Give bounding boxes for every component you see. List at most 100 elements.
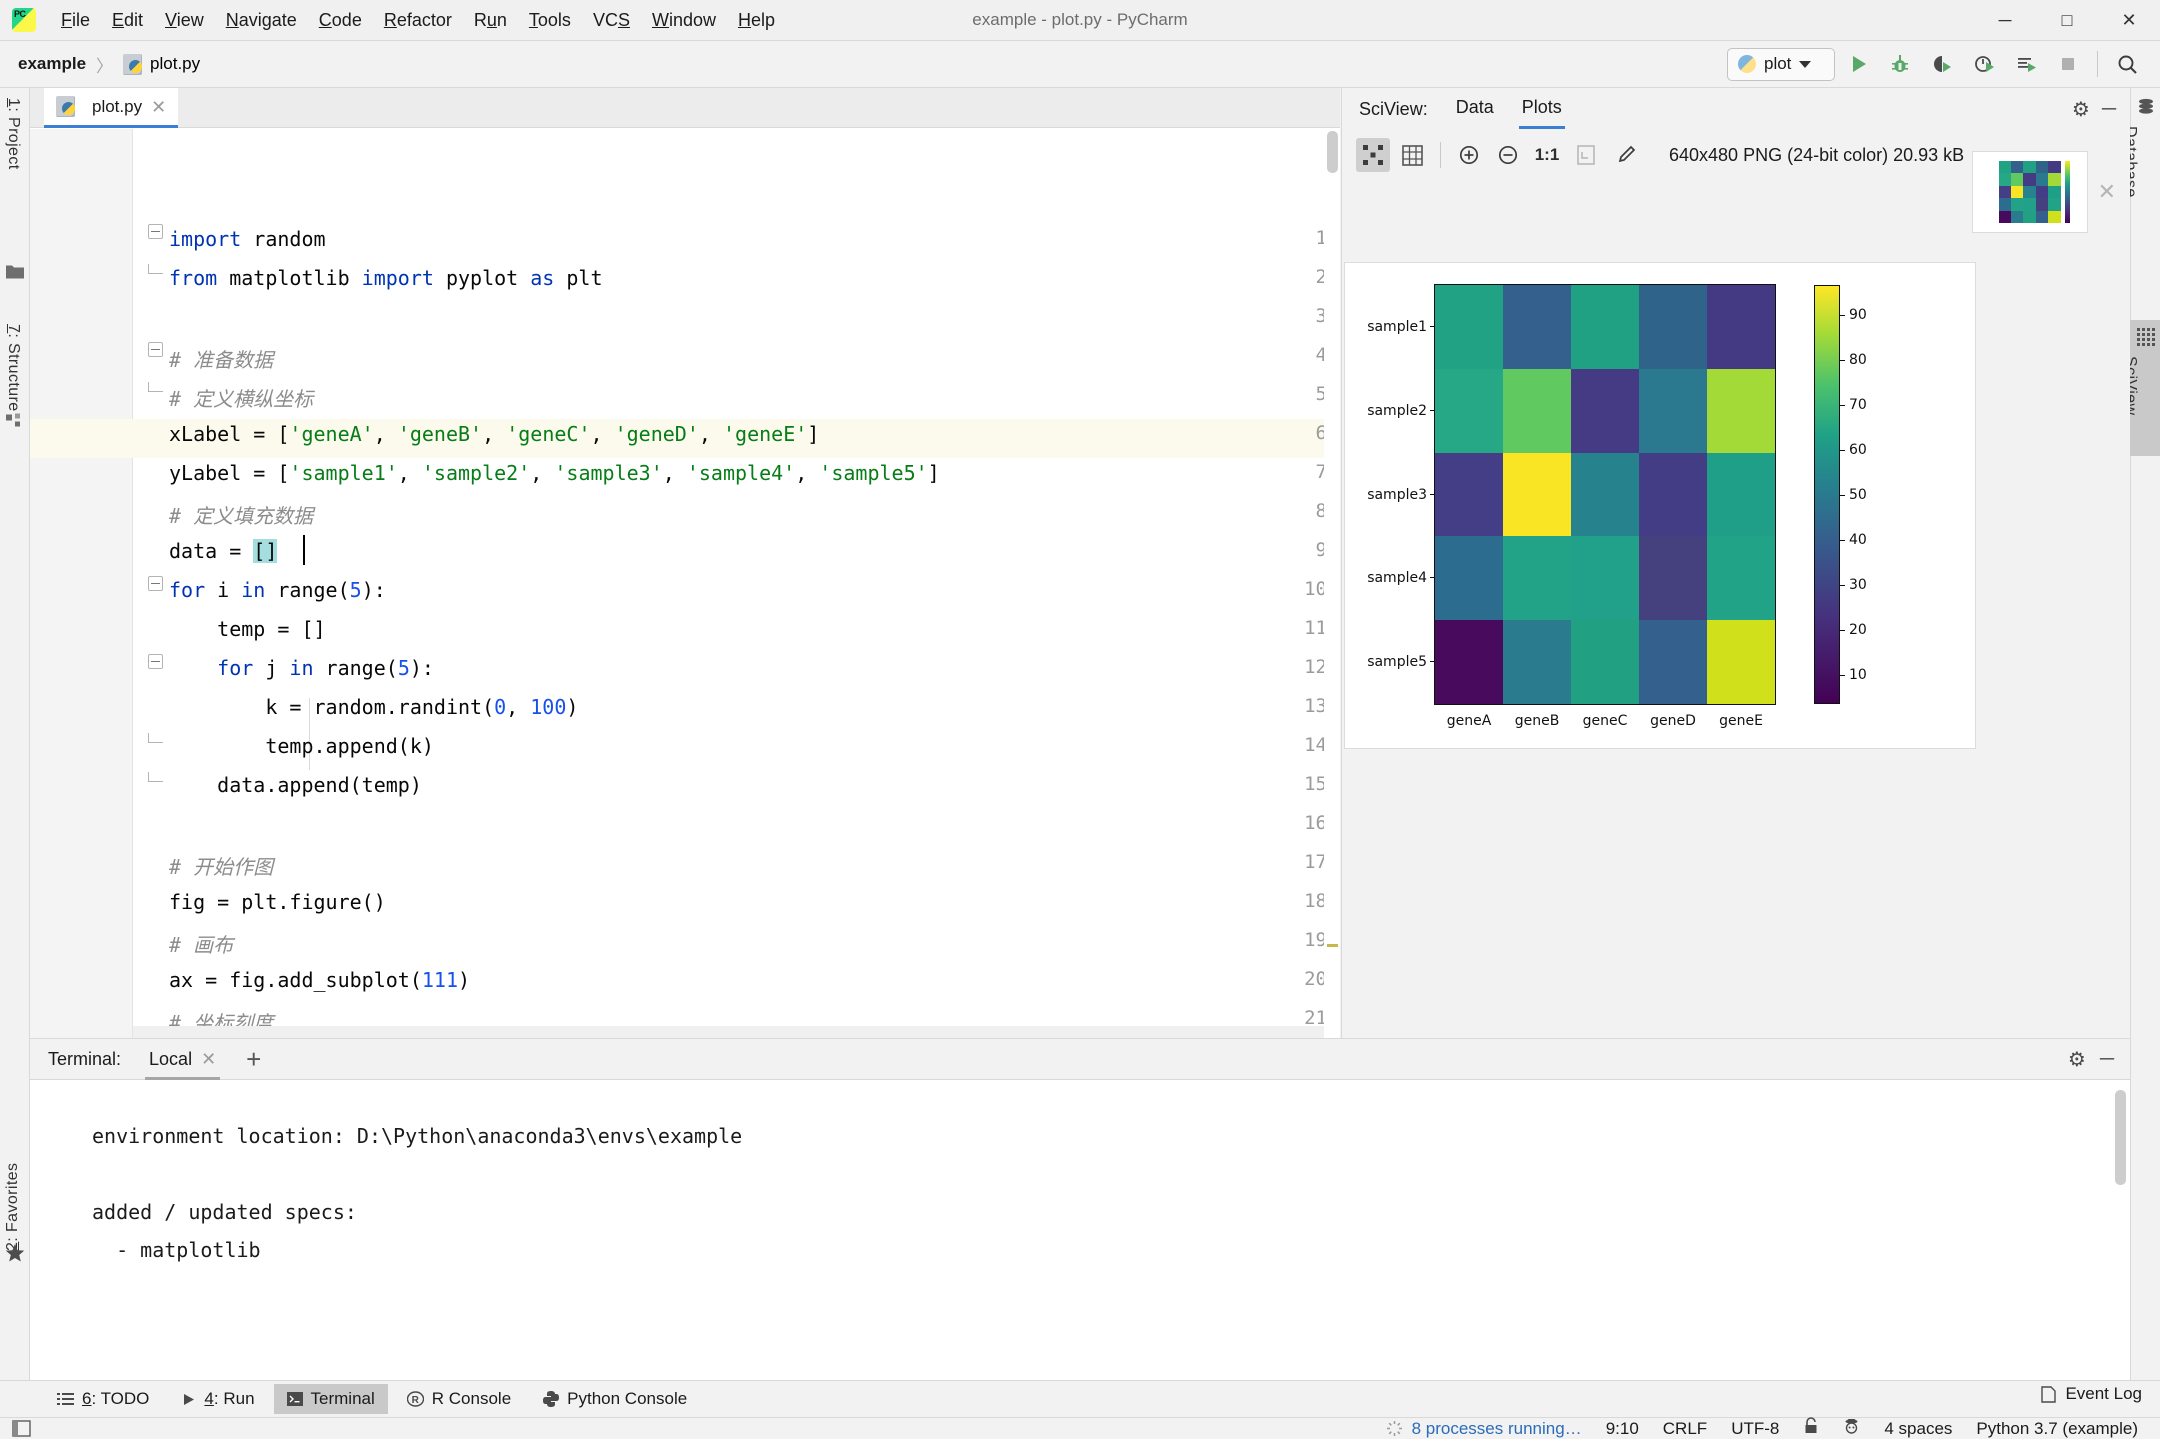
run-configuration-selector[interactable]: plot: [1727, 47, 1835, 81]
fit-window-button[interactable]: [1569, 138, 1603, 172]
python-interpreter[interactable]: Python 3.7 (example): [1976, 1419, 2138, 1439]
heatmap-cell: [1503, 452, 1571, 537]
hide-panel-icon[interactable]: ─: [2100, 1048, 2114, 1071]
sidebar-item-favorites[interactable]: 2: Favorites: [4, 1163, 22, 1251]
caret-position[interactable]: 9:10: [1606, 1419, 1639, 1439]
colorbar-tick: [1840, 450, 1845, 451]
heatmap-cell: [1503, 285, 1571, 369]
close-icon[interactable]: ✕: [201, 1050, 216, 1068]
plot-viewer[interactable]: sample1 sample2 sample3 sample4 sample5 …: [1344, 262, 1976, 749]
heatmap-cell: [1435, 620, 1503, 704]
thumbnail-close-icon[interactable]: ✕: [2098, 179, 2116, 205]
y-tick-mark: [1430, 410, 1435, 411]
close-button[interactable]: ✕: [2098, 0, 2160, 41]
colorbar-tick: [1840, 360, 1845, 361]
editor-horizontal-scrollbar[interactable]: [133, 1026, 1324, 1038]
run-with-console-button[interactable]: [2007, 45, 2045, 83]
plot-thumbnail-strip: ✕: [1866, 132, 2116, 252]
editor-tab-bar: plot.py ✕: [30, 88, 1340, 128]
actual-size-button[interactable]: 1:1: [1530, 138, 1564, 172]
menu-window[interactable]: Window: [641, 6, 727, 35]
debug-button[interactable]: [1881, 45, 1919, 83]
editor-pane: plot.py ✕ 1 2 3 4 5 6 7 8 9 10 11 12 13 …: [30, 88, 1340, 1107]
grid-view-button[interactable]: [1395, 138, 1429, 172]
heatmap-cell: [1571, 368, 1639, 453]
colorbar-tick: [1840, 315, 1845, 316]
terminal-header: Terminal: Local ✕ + ⚙ ─: [30, 1038, 2130, 1080]
thumbnail-figure: [1972, 152, 2087, 232]
menu-run[interactable]: Run: [463, 6, 518, 35]
breadcrumb-project[interactable]: example: [18, 54, 86, 74]
heatmap-cell: [1707, 452, 1775, 537]
tool-window-run[interactable]: 4: Run: [168, 1384, 267, 1414]
gear-icon[interactable]: ⚙: [2068, 1047, 2086, 1072]
search-everywhere-button[interactable]: [2108, 45, 2146, 83]
terminal-tab-local[interactable]: Local ✕: [145, 1038, 221, 1080]
profile-button[interactable]: [1965, 45, 2003, 83]
editor-vertical-scrollbar[interactable]: [1324, 129, 1340, 1038]
sidebar-item-structure[interactable]: 7: Structure: [4, 324, 22, 412]
terminal-output[interactable]: environment location: D:\Python\anaconda…: [30, 1081, 2130, 1380]
lock-icon[interactable]: [1803, 1417, 1819, 1439]
right-tool-stripe: Database SciView: [2122, 88, 2160, 1380]
hide-panel-icon[interactable]: ─: [2102, 98, 2116, 121]
python-file-icon: [56, 96, 75, 117]
code-line-2: from matplotlib import pyplot as plt: [169, 266, 603, 290]
zoom-in-button[interactable]: [1452, 138, 1486, 172]
fit-content-button[interactable]: [1356, 138, 1390, 172]
menu-vcs[interactable]: VCS: [582, 6, 641, 35]
tool-window-todo[interactable]: 6: TODO: [44, 1384, 162, 1414]
code-line-9: data = []: [169, 539, 278, 563]
warning-marker[interactable]: [1327, 944, 1338, 947]
tab-plots[interactable]: Plots: [1518, 97, 1565, 129]
editor-tab-plot-py[interactable]: plot.py ✕: [44, 88, 179, 128]
run-button[interactable]: [1839, 45, 1877, 83]
tab-data[interactable]: Data: [1456, 97, 1494, 122]
zoom-out-button[interactable]: [1491, 138, 1525, 172]
gear-icon[interactable]: ⚙: [2072, 97, 2090, 122]
menu-view[interactable]: View: [154, 6, 215, 35]
menu-refactor[interactable]: Refactor: [373, 6, 463, 35]
y-tick-label: sample4: [1367, 570, 1427, 586]
menu-tools[interactable]: Tools: [518, 6, 582, 35]
menu-file[interactable]: File: [50, 6, 101, 35]
line-separator[interactable]: CRLF: [1663, 1419, 1707, 1439]
colorbar-label: 90: [1849, 307, 1867, 323]
colorbar-label: 50: [1849, 487, 1867, 503]
scrollbar-thumb[interactable]: [1327, 131, 1338, 173]
y-tick-label: sample3: [1367, 487, 1427, 503]
close-icon[interactable]: ✕: [151, 98, 166, 116]
new-terminal-button[interactable]: +: [246, 1046, 261, 1072]
plot-thumbnail[interactable]: [1971, 151, 2088, 233]
code-text-area[interactable]: import random from matplotlib import pyp…: [133, 129, 1324, 1038]
tool-window-python-console[interactable]: Python Console: [530, 1384, 700, 1414]
scrollbar-thumb[interactable]: [2115, 1090, 2126, 1185]
minimize-button[interactable]: ─: [1974, 0, 2036, 41]
heatmap-cell: [1571, 536, 1639, 621]
menu-navigate[interactable]: Navigate: [215, 6, 308, 35]
toggle-tool-windows-icon[interactable]: [12, 1419, 32, 1438]
hector-icon[interactable]: [1843, 1417, 1860, 1439]
event-log-button[interactable]: Event Log: [2040, 1384, 2142, 1404]
background-processes-label[interactable]: 8 processes running…: [1412, 1419, 1582, 1439]
maximize-button[interactable]: □: [2036, 0, 2098, 41]
file-encoding[interactable]: UTF-8: [1731, 1419, 1779, 1439]
stop-button[interactable]: [2049, 45, 2087, 83]
breadcrumb-file[interactable]: plot.py: [150, 54, 200, 74]
menu-code[interactable]: Code: [308, 6, 373, 35]
sidebar-item-project[interactable]: 1: Project: [4, 98, 22, 170]
heatmap-cell: [1435, 285, 1503, 369]
editor-gutter[interactable]: [30, 129, 133, 1038]
tool-window-r-console[interactable]: R R Console: [394, 1384, 524, 1414]
terminal-scrollbar[interactable]: [2115, 1090, 2126, 1340]
run-coverage-button[interactable]: [1923, 45, 1961, 83]
menu-edit[interactable]: Edit: [101, 6, 154, 35]
indent-setting[interactable]: 4 spaces: [1884, 1419, 1952, 1439]
menu-help[interactable]: Help: [727, 6, 786, 35]
thumbnail-heatmap: [1998, 161, 2061, 223]
python-config-icon: [1738, 55, 1756, 73]
terminal-line: environment location: D:\Python\anaconda…: [92, 1124, 743, 1148]
color-picker-icon[interactable]: [1608, 138, 1642, 172]
tool-window-terminal[interactable]: Terminal: [273, 1384, 388, 1414]
heatmap-cell: [1639, 452, 1707, 537]
